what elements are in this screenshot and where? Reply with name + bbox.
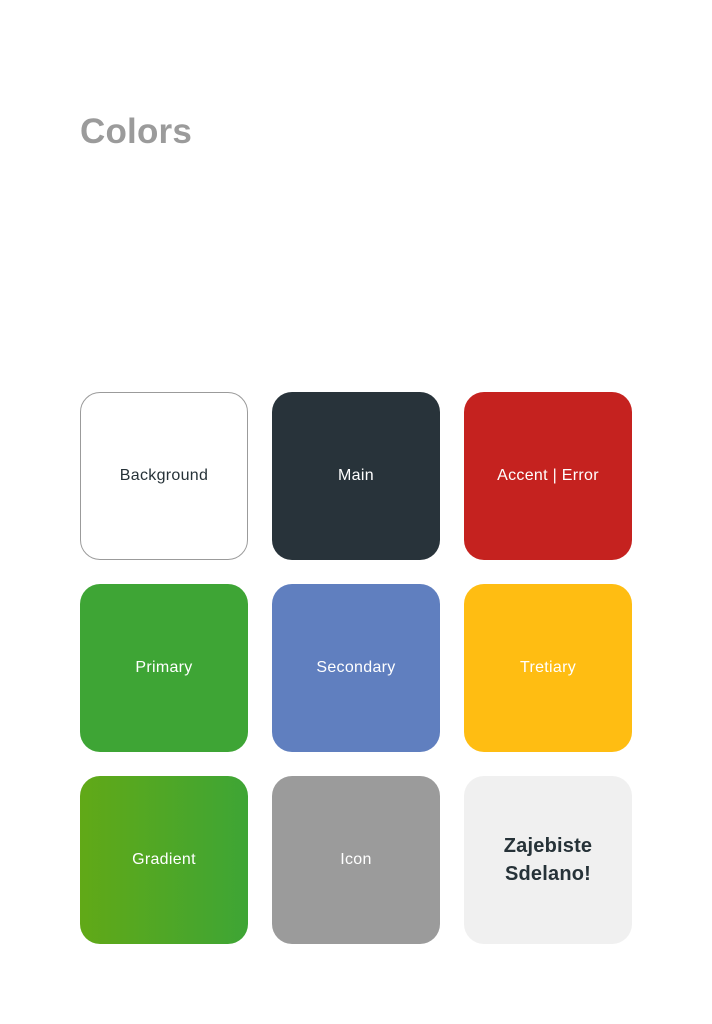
swatch-accent-error: Accent | Error	[464, 392, 632, 560]
swatch-label: Zajebiste Sdelano!	[503, 835, 593, 885]
swatch-primary: Primary	[80, 584, 248, 752]
swatch-background: Background	[80, 392, 248, 560]
page-title: Colors	[80, 112, 193, 151]
swatch-main: Main	[272, 392, 440, 560]
swatch-label: Tretiary	[519, 659, 577, 676]
swatch-tertiary: Tretiary	[464, 584, 632, 752]
swatch-label: Primary	[135, 659, 193, 676]
swatch-icon: Icon	[272, 776, 440, 944]
swatch-gradient: Gradient	[80, 776, 248, 944]
swatch-secondary: Secondary	[272, 584, 440, 752]
swatch-label: Icon	[340, 851, 372, 868]
swatch-label: Gradient	[132, 851, 196, 868]
swatch-label: Main	[338, 467, 374, 484]
swatch-label: Background	[119, 467, 209, 484]
swatch-label: Accent | Error	[497, 467, 599, 484]
color-swatch-grid: Background Main Accent | Error Primary S…	[80, 392, 632, 944]
swatch-light-sample: Zajebiste Sdelano!	[464, 776, 632, 944]
swatch-label: Secondary	[316, 659, 396, 676]
